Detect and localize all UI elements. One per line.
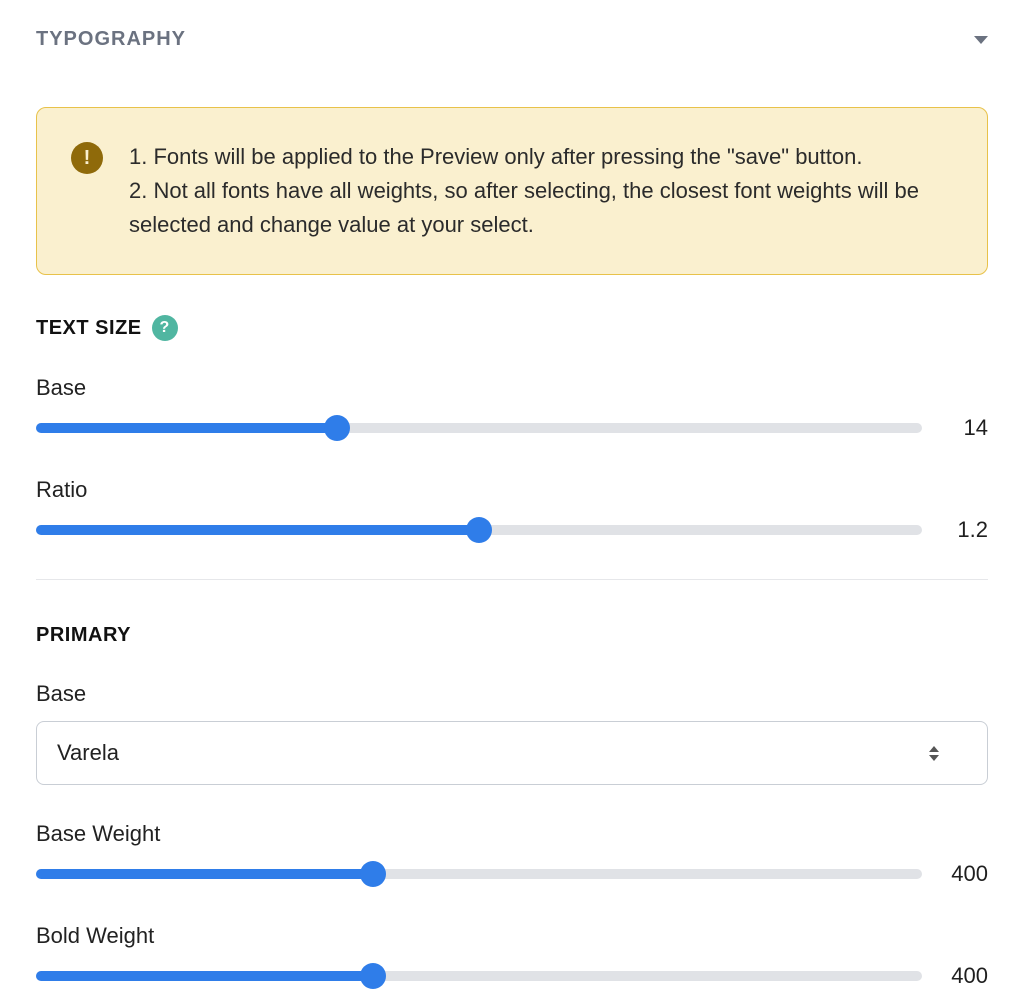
help-icon[interactable]: ?: [152, 315, 178, 341]
primary-bold-weight-value: 400: [940, 963, 988, 989]
text-size-ratio-label: Ratio: [36, 477, 988, 503]
primary-base-weight-slider[interactable]: [36, 869, 922, 879]
primary-base-weight-value: 400: [940, 861, 988, 887]
collapse-toggle-icon[interactable]: [974, 36, 988, 44]
text-size-ratio-group: Ratio 1.2: [36, 477, 988, 543]
primary-heading: PRIMARY: [36, 624, 131, 647]
primary-bold-weight-label: Bold Weight: [36, 923, 988, 949]
primary-bold-weight-group: Bold Weight 400: [36, 923, 988, 989]
slider-fill: [36, 423, 337, 433]
text-size-base-slider[interactable]: [36, 423, 922, 433]
notice-line-1: 1. Fonts will be applied to the Preview …: [129, 144, 862, 169]
slider-thumb[interactable]: [360, 861, 386, 887]
slider-thumb[interactable]: [360, 963, 386, 989]
panel-header: TYPOGRAPHY: [36, 28, 988, 51]
text-size-heading-row: TEXT SIZE ?: [36, 315, 988, 341]
section-divider: [36, 579, 988, 580]
primary-base-group: Base Varela: [36, 681, 988, 785]
panel-title: TYPOGRAPHY: [36, 28, 186, 51]
slider-fill: [36, 971, 373, 981]
warning-icon: !: [71, 142, 103, 174]
slider-fill: [36, 869, 373, 879]
primary-base-label: Base: [36, 681, 988, 707]
primary-bold-weight-slider[interactable]: [36, 971, 922, 981]
notice-text: 1. Fonts will be applied to the Preview …: [129, 140, 953, 242]
primary-base-font-value: Varela: [57, 740, 119, 766]
notice-line-2: 2. Not all fonts have all weights, so af…: [129, 178, 919, 237]
info-notice: ! 1. Fonts will be applied to the Previe…: [36, 107, 988, 275]
primary-base-weight-label: Base Weight: [36, 821, 988, 847]
text-size-base-group: Base 14: [36, 375, 988, 441]
slider-thumb[interactable]: [466, 517, 492, 543]
slider-fill: [36, 525, 479, 535]
text-size-heading: TEXT SIZE: [36, 317, 142, 340]
select-caret-icon: [929, 746, 939, 761]
text-size-ratio-value: 1.2: [940, 517, 988, 543]
text-size-base-label: Base: [36, 375, 988, 401]
primary-heading-row: PRIMARY: [36, 624, 988, 647]
primary-base-font-select[interactable]: Varela: [36, 721, 988, 785]
slider-thumb[interactable]: [324, 415, 350, 441]
text-size-base-value: 14: [940, 415, 988, 441]
text-size-ratio-slider[interactable]: [36, 525, 922, 535]
primary-base-weight-group: Base Weight 400: [36, 821, 988, 887]
typography-panel: TYPOGRAPHY ! 1. Fonts will be applied to…: [0, 0, 1024, 983]
